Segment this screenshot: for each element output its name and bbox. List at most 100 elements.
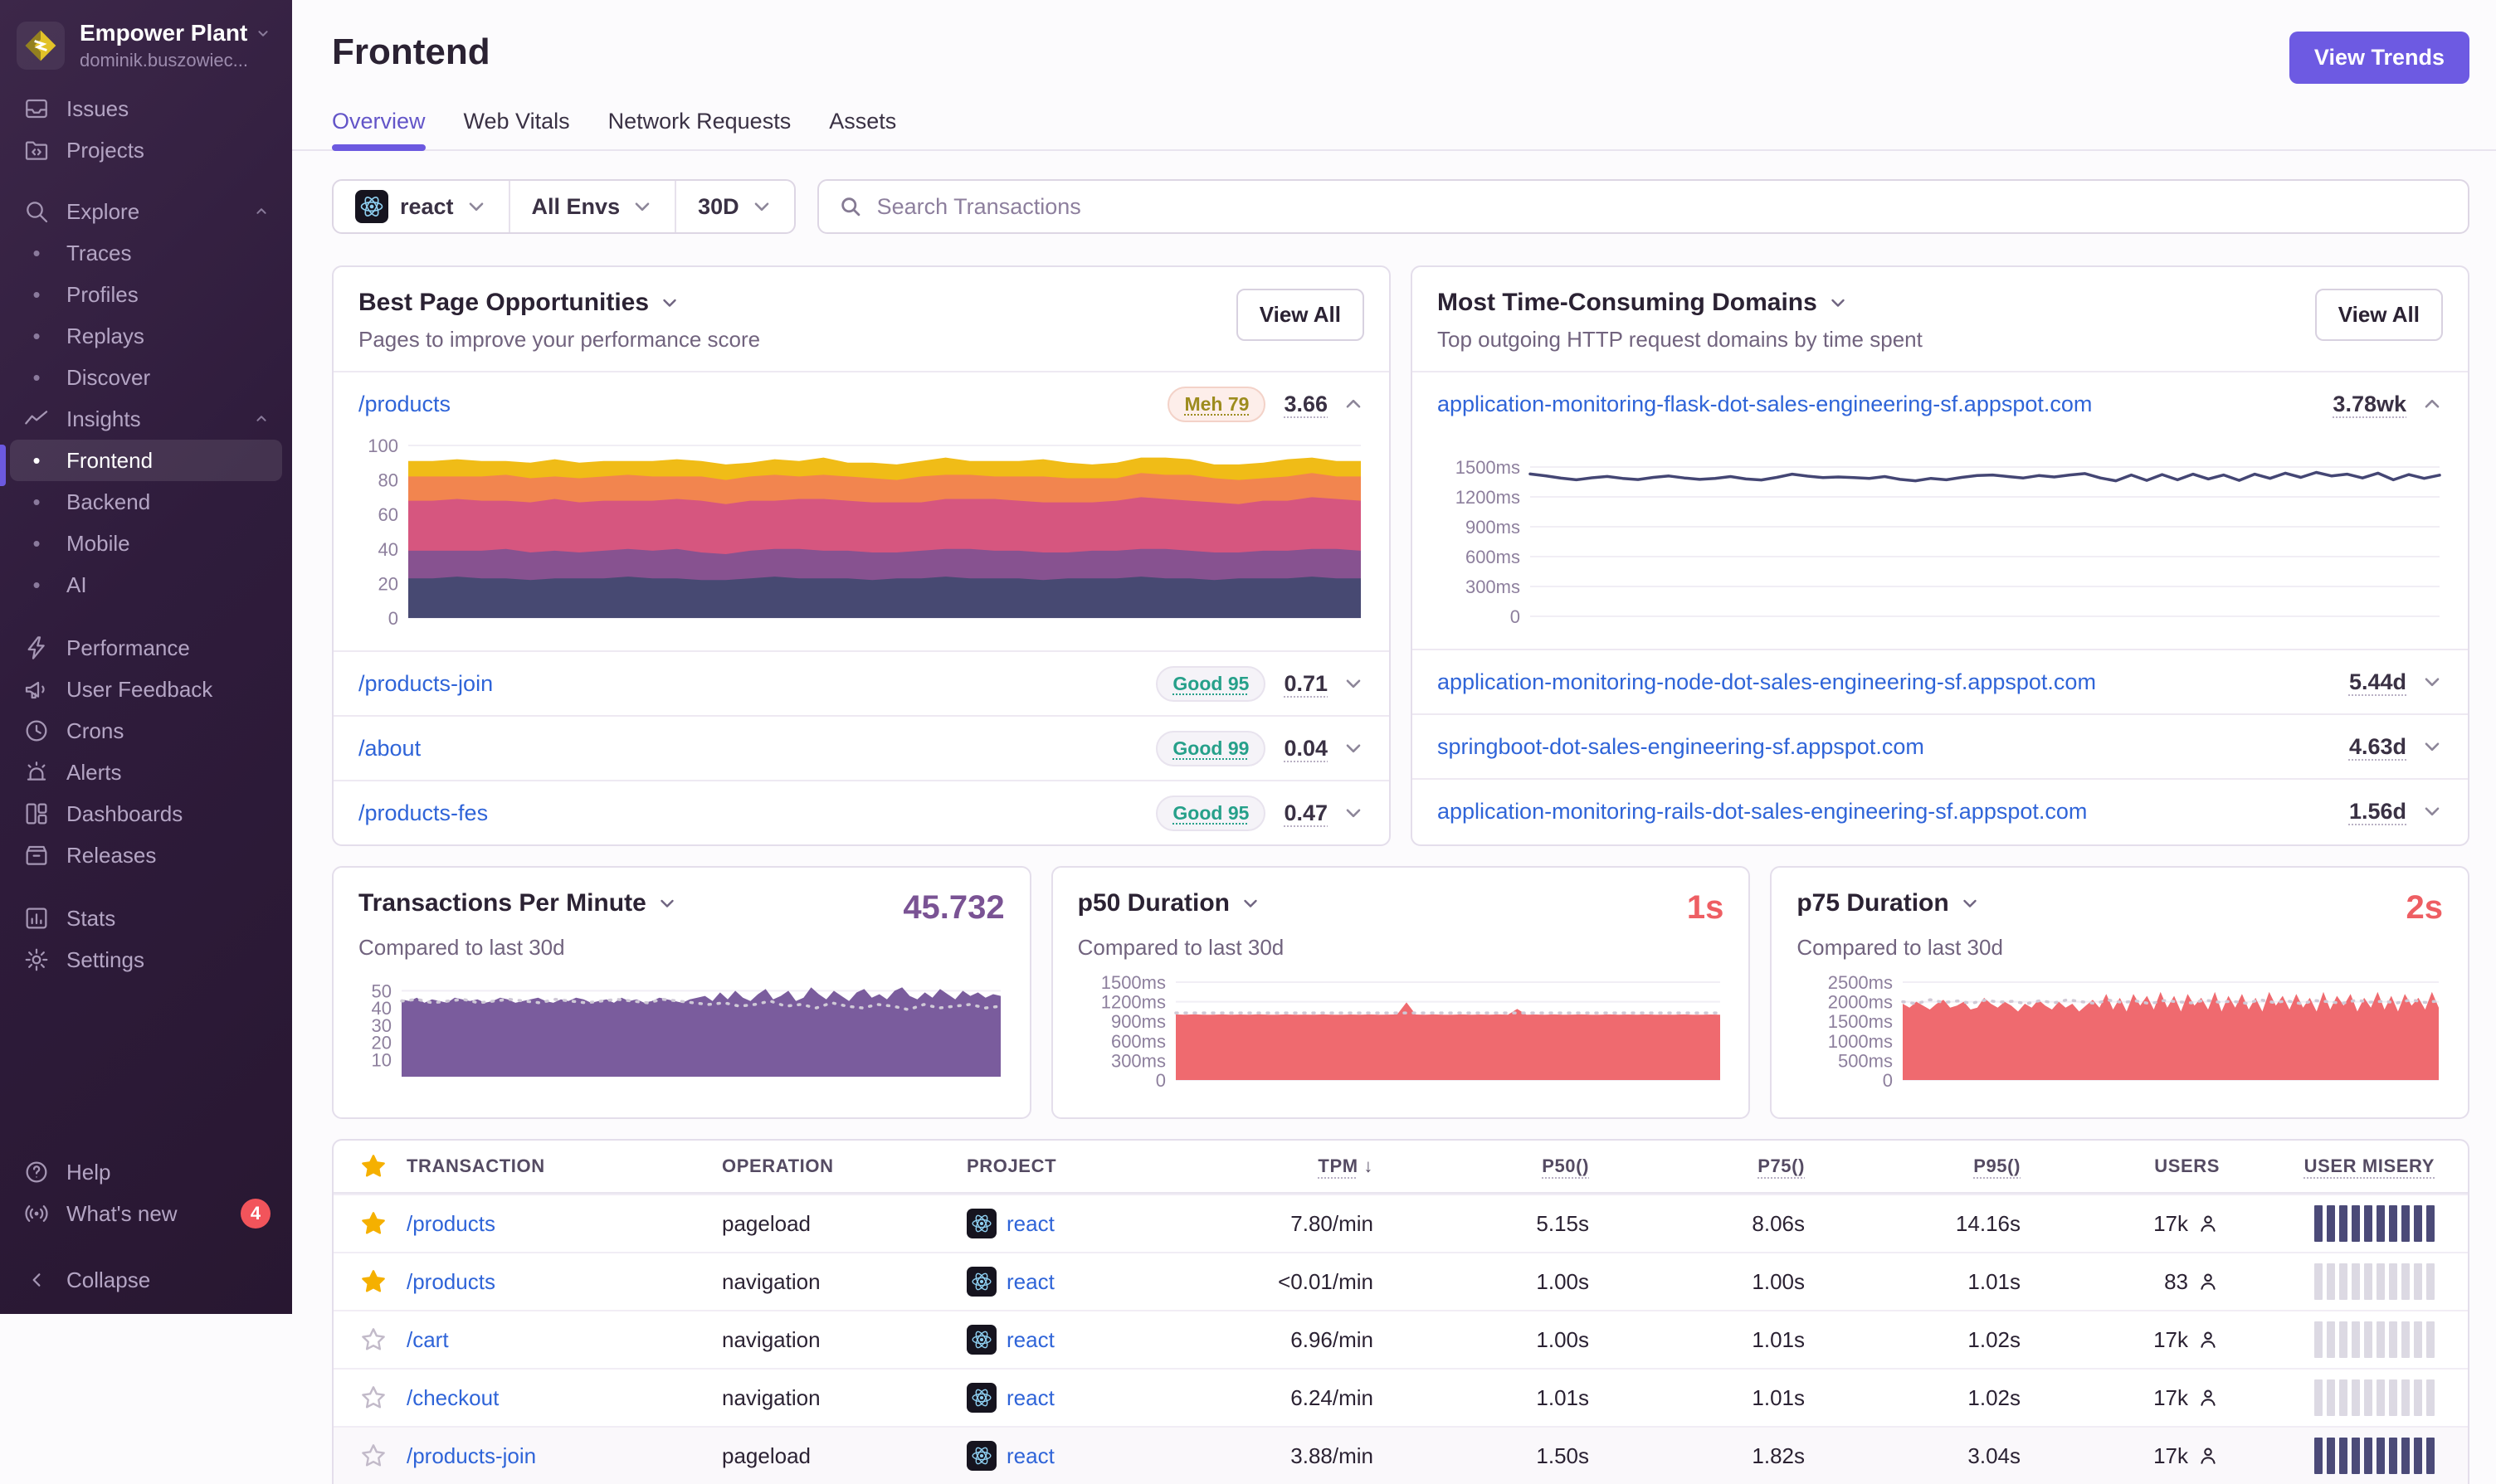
sidebar-item-traces[interactable]: • Traces [10,232,282,274]
page-row-products-join[interactable]: /products-join Good 95 0.71 [334,650,1389,715]
active-nav-accent [0,445,6,486]
sidebar-item-stats[interactable]: Stats [10,898,282,939]
react-project-icon [967,1325,997,1355]
panel-title[interactable]: Best Page Opportunities [358,289,760,317]
table-row[interactable]: /products navigation react <0.01/min 1.0… [334,1252,2468,1310]
chevron-down-icon[interactable] [2421,736,2443,757]
chevron-down-icon [258,31,268,36]
star-toggle[interactable] [360,1384,387,1411]
project-link[interactable]: react [1007,1385,1055,1411]
tab-network-requests[interactable]: Network Requests [608,109,792,149]
sidebar-item-insights[interactable]: Insights [10,398,282,440]
chevron-down-icon[interactable] [1343,802,1364,824]
panel-title[interactable]: Most Time-Consuming Domains [1437,289,1923,317]
star-toggle[interactable] [360,1268,387,1295]
dashboards-icon [26,803,47,825]
star-toggle[interactable] [360,1443,387,1469]
sidebar-item-dashboards[interactable]: Dashboards [10,793,282,834]
domain-row-springboot[interactable]: springboot-dot-sales-engineering-sf.apps… [1412,713,2468,778]
sidebar-item-replays[interactable]: • Replays [10,315,282,357]
sidebar-item-crons[interactable]: Crons [10,710,282,752]
metric-title[interactable]: Transactions Per Minute [358,889,678,917]
sidebar-item-projects[interactable]: Projects [10,129,282,171]
domain-link[interactable]: application-monitoring-rails-dot-sales-e… [1437,799,2349,825]
view-all-button[interactable]: View All [1236,289,1364,341]
sidebar-item-explore[interactable]: Explore [10,191,282,232]
table-row[interactable]: /cart navigation react 6.96/min 1.00s 1.… [334,1310,2468,1368]
chevron-up-icon[interactable] [1343,393,1364,415]
sidebar-item-user-feedback[interactable]: User Feedback [10,669,282,710]
sidebar-item-alerts[interactable]: Alerts [10,752,282,793]
sidebar-item-backend[interactable]: • Backend [10,481,282,523]
sidebar-item-discover[interactable]: • Discover [10,357,282,398]
chevron-down-icon[interactable] [1343,737,1364,759]
star-toggle[interactable] [360,1210,387,1237]
sidebar-item-settings[interactable]: Settings [10,939,282,980]
sidebar-item-profiles[interactable]: • Profiles [10,274,282,315]
col-p75[interactable]: P75() [1589,1156,1805,1177]
transaction-link[interactable]: /products [358,392,1168,417]
page-row-products[interactable]: /products Meh 79 3.66 [334,371,1389,435]
sidebar-item-releases[interactable]: Releases [10,834,282,876]
view-trends-button[interactable]: View Trends [2289,32,2469,84]
chevron-up-icon[interactable] [2421,393,2443,415]
sidebar-item-performance[interactable]: Performance [10,627,282,669]
date-range-filter[interactable]: 30D [675,181,794,232]
transaction-link[interactable]: /cart [407,1327,449,1352]
col-p50[interactable]: P50() [1373,1156,1589,1177]
domain-row-flask[interactable]: application-monitoring-flask-dot-sales-e… [1412,371,2468,435]
table-row[interactable]: /products pageload react 7.80/min 5.15s … [334,1194,2468,1252]
svg-text:600ms: 600ms [1111,1031,1166,1052]
domain-row-rails[interactable]: application-monitoring-rails-dot-sales-e… [1412,778,2468,843]
environment-filter[interactable]: All Envs [508,181,675,232]
star-toggle[interactable] [360,1326,387,1353]
tab-overview[interactable]: Overview [332,109,426,151]
col-tpm[interactable]: TPM ↓ [1211,1156,1373,1177]
chevron-down-icon[interactable] [1343,673,1364,694]
domain-link[interactable]: application-monitoring-flask-dot-sales-e… [1437,392,2333,417]
transaction-link[interactable]: /products [407,1269,495,1294]
project-link[interactable]: react [1007,1269,1055,1295]
sidebar-item-frontend[interactable]: • Frontend [10,440,282,481]
org-switcher[interactable]: Empower Plant dominik.buszowiec... [0,0,292,83]
transaction-link[interactable]: /about [358,736,1156,761]
sidebar-item-mobile[interactable]: • Mobile [10,523,282,564]
transaction-link[interactable]: /products-fes [358,800,1156,826]
project-filter[interactable]: react [334,181,509,232]
project-link[interactable]: react [1007,1211,1055,1237]
react-project-icon [355,190,388,223]
col-user-misery[interactable]: USER MISERY [2220,1156,2468,1177]
operation-cell: navigation [722,1384,821,1410]
sidebar-item-label: Backend [66,489,151,514]
metric-title[interactable]: p50 Duration [1078,889,1261,917]
tab-web-vitals[interactable]: Web Vitals [464,109,570,149]
transaction-link[interactable]: /products-join [358,671,1156,697]
col-p95[interactable]: P95() [1805,1156,2021,1177]
page-row-products-fes[interactable]: /products-fes Good 95 0.47 [334,780,1389,844]
transaction-link[interactable]: /products [407,1211,495,1236]
transaction-link[interactable]: /checkout [407,1385,499,1410]
table-row[interactable]: /checkout navigation react 6.24/min 1.01… [334,1368,2468,1426]
domain-link[interactable]: application-monitoring-node-dot-sales-en… [1437,669,2349,695]
sidebar-item-collapse[interactable]: Collapse [10,1259,282,1301]
sidebar-item-issues[interactable]: Issues [10,88,282,129]
sidebar-item-whats-new[interactable]: What's new 4 [10,1193,282,1234]
project-link[interactable]: react [1007,1327,1055,1353]
table-row[interactable]: /products-join pageload react 3.88/min 1… [334,1426,2468,1484]
domain-row-node[interactable]: application-monitoring-node-dot-sales-en… [1412,649,2468,713]
operation-cell: navigation [722,1268,821,1294]
chevron-down-icon[interactable] [2421,671,2443,693]
metric-title[interactable]: p75 Duration [1796,889,1980,917]
sidebar-item-help[interactable]: Help [10,1151,282,1193]
transaction-link[interactable]: /products-join [407,1443,536,1468]
view-all-button[interactable]: View All [2314,289,2443,341]
domain-link[interactable]: springboot-dot-sales-engineering-sf.apps… [1437,734,2349,760]
tab-assets[interactable]: Assets [829,109,896,149]
sidebar-item-ai[interactable]: • AI [10,564,282,606]
chevron-down-icon[interactable] [2421,800,2443,822]
search-input[interactable] [875,192,2448,221]
project-link[interactable]: react [1007,1443,1055,1469]
page-row-about[interactable]: /about Good 99 0.04 [334,715,1389,780]
p50-cell: 1.01s [1536,1384,1589,1410]
user-icon [2201,1389,2216,1406]
